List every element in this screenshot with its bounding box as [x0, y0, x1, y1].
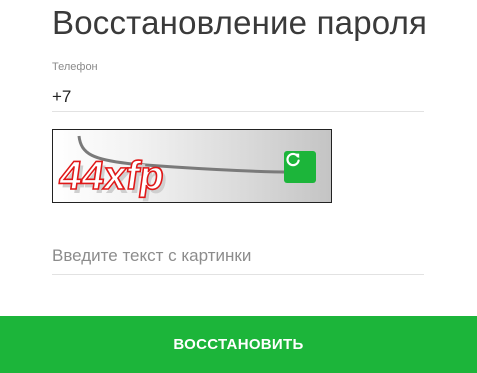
refresh-icon — [286, 152, 300, 167]
page-title: Восстановление пароля — [52, 4, 428, 41]
phone-input[interactable] — [52, 82, 424, 112]
restore-button[interactable]: ВОССТАНОВИТЬ — [0, 316, 477, 373]
captcha-text-input[interactable] — [52, 237, 424, 275]
captcha-refresh-button[interactable] — [284, 151, 316, 183]
captcha-text: 44xfp — [56, 153, 167, 198]
phone-label: Телефон — [52, 61, 98, 73]
captcha-image: 44xfp 44xfp — [52, 129, 332, 203]
password-recovery-page: Восстановление пароля Телефон 44xfp 44xf… — [0, 0, 477, 373]
